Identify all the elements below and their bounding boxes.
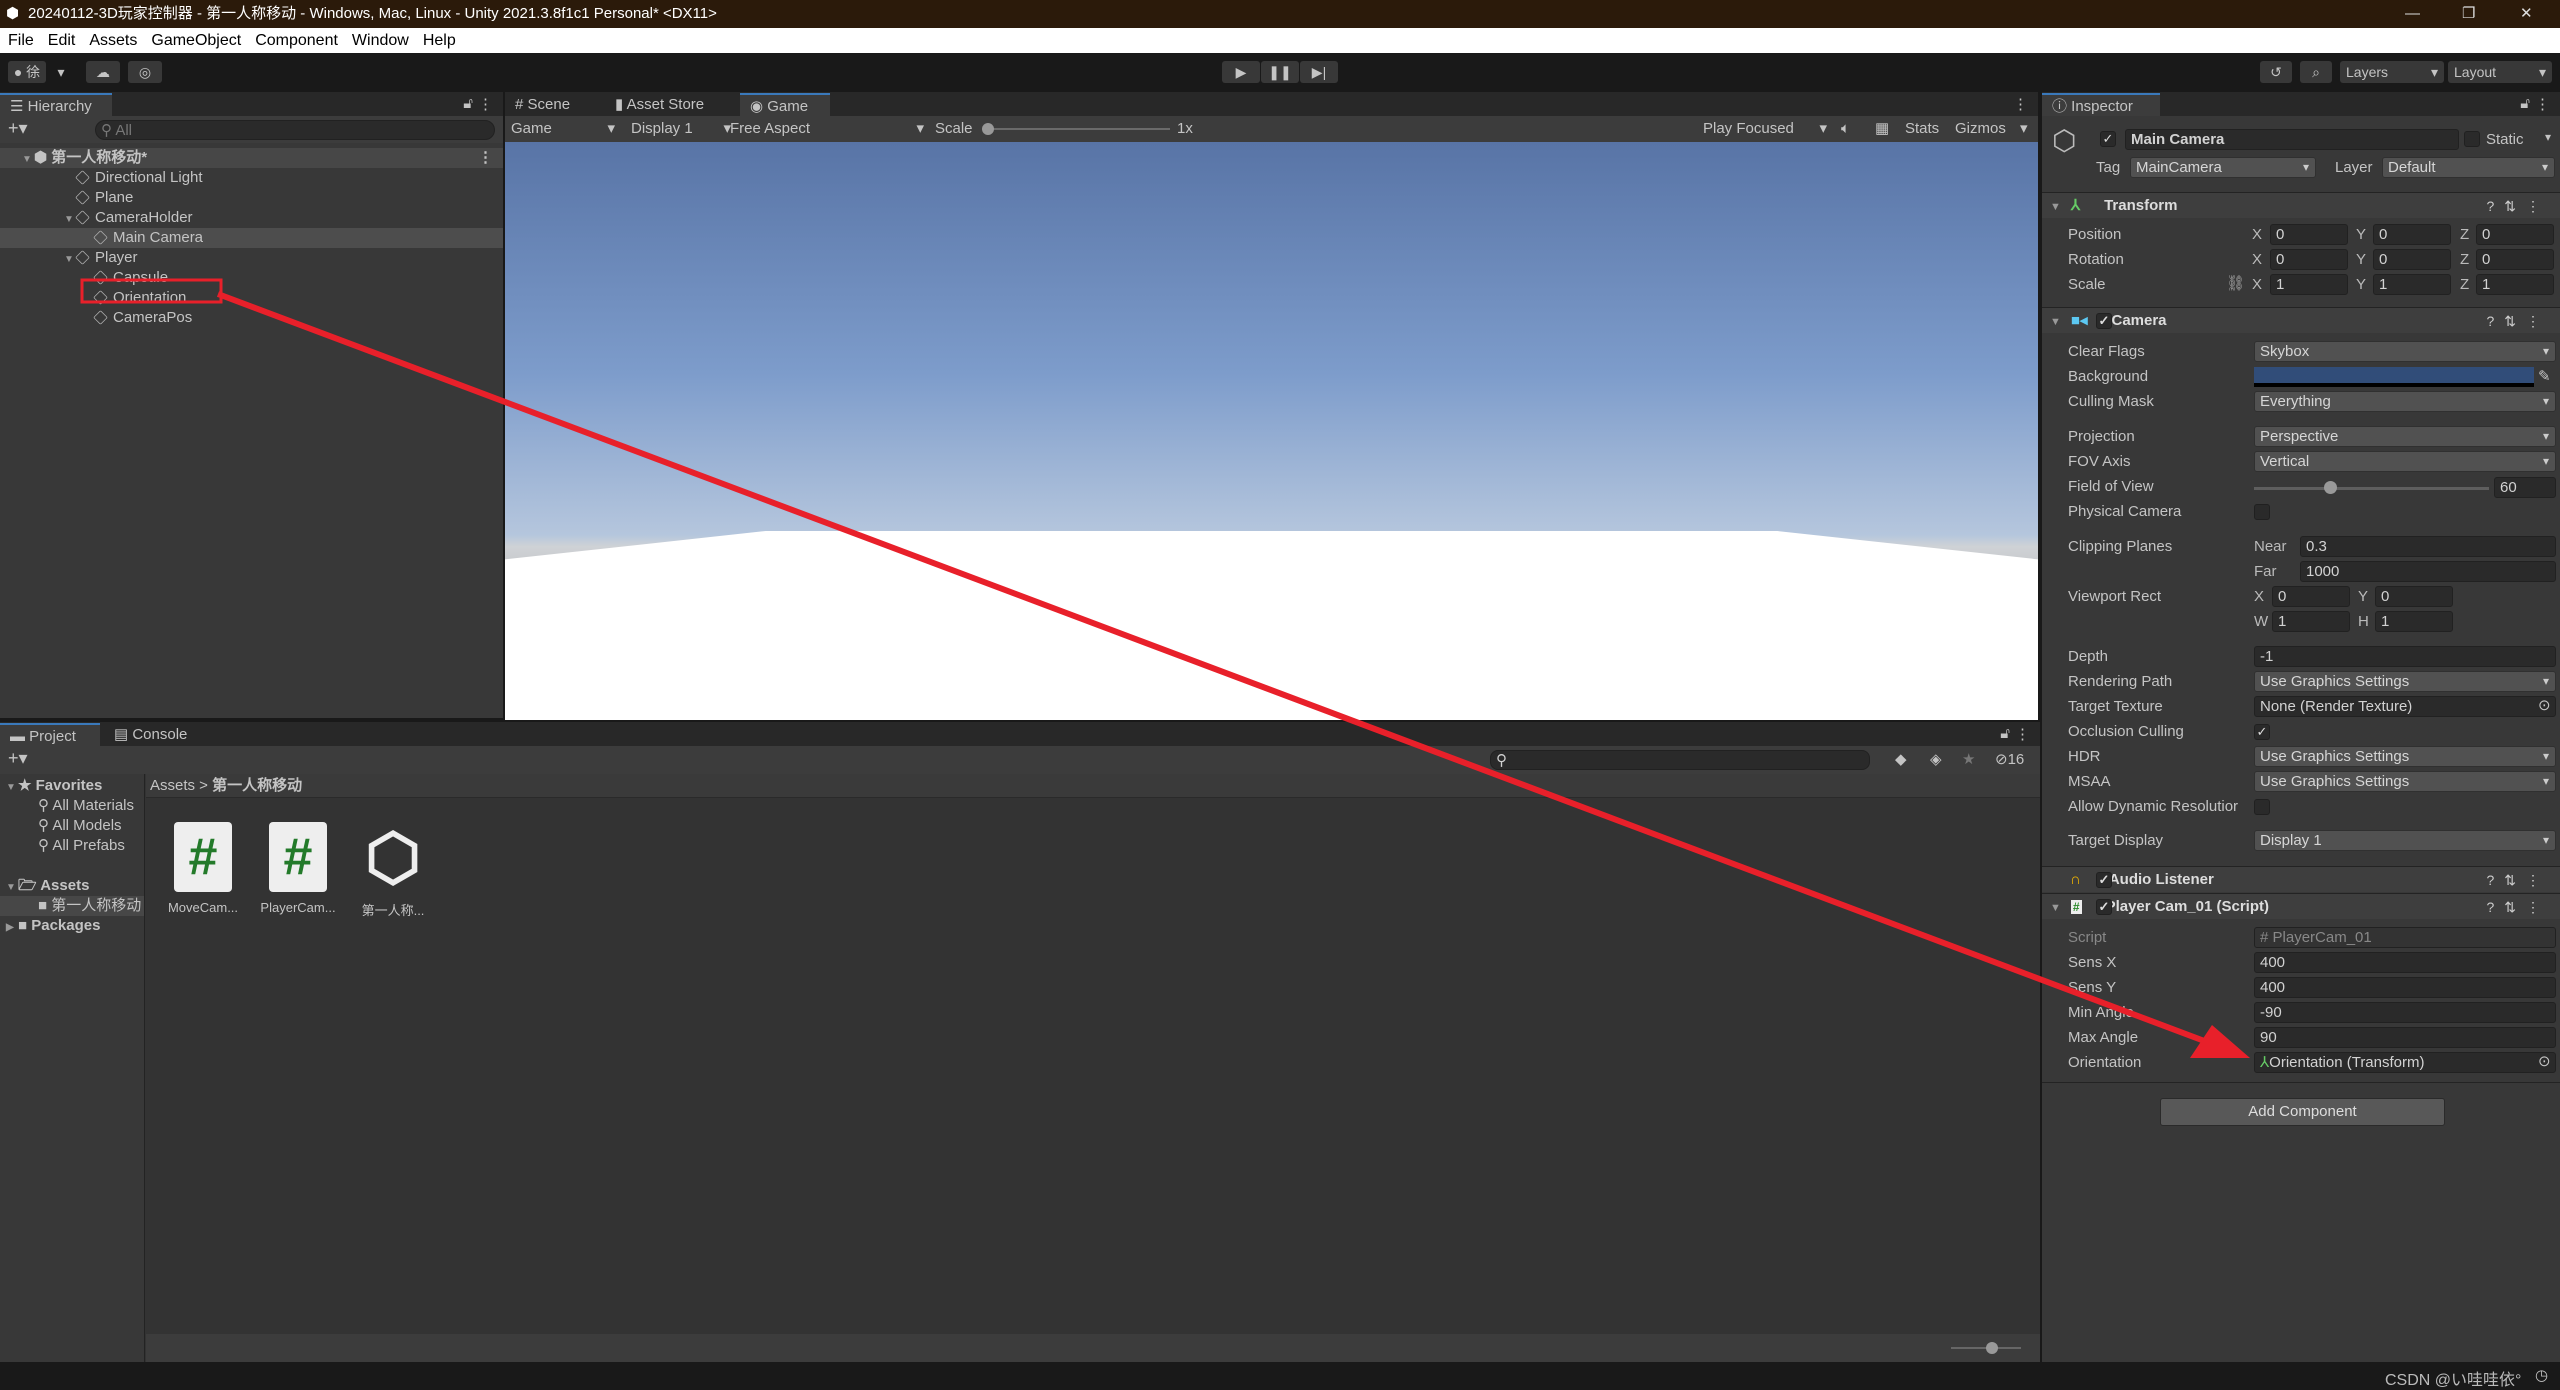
highlight-box (80, 278, 223, 304)
annotation-overlay (80, 278, 2250, 1058)
annotation-arrow (216, 291, 2217, 1048)
